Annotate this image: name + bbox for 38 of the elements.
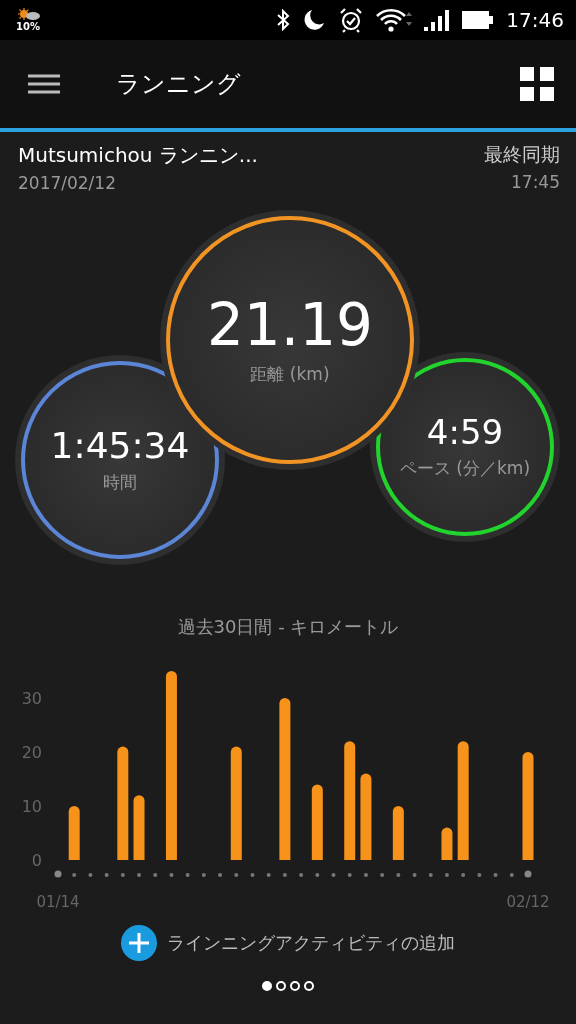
page-dot[interactable] bbox=[290, 981, 300, 991]
stat-value: 1:45:34 bbox=[50, 425, 190, 466]
x-tick-label: 02/12 bbox=[506, 893, 550, 911]
stat-value: 21.19 bbox=[206, 293, 373, 358]
sync-time: 17:45 bbox=[511, 172, 560, 192]
wifi-icon bbox=[376, 8, 413, 32]
y-tick-label: 10 bbox=[21, 797, 42, 816]
precipitation-text: 10% bbox=[16, 22, 40, 32]
add-activity-button[interactable]: ラインニングアクティビティの追加 bbox=[121, 925, 455, 961]
bluetooth-icon bbox=[276, 9, 291, 31]
grid-view-button[interactable] bbox=[520, 67, 554, 101]
chart-bar bbox=[68, 806, 80, 860]
x-tick-label: 01/14 bbox=[36, 893, 80, 911]
stat-label: 距離 (km) bbox=[250, 363, 330, 387]
y-tick-label: 30 bbox=[21, 689, 42, 708]
battery-icon bbox=[462, 10, 495, 30]
screen-title: ランニング bbox=[116, 69, 241, 100]
page-dot[interactable] bbox=[276, 981, 286, 991]
page-dot[interactable] bbox=[304, 981, 314, 991]
stat-value: 4:59 bbox=[426, 413, 504, 452]
activity-title: Mutsumichou ランニン... bbox=[18, 142, 258, 169]
stat-label: 時間 bbox=[103, 471, 137, 495]
chart-title: 過去30日間 - キロメートル bbox=[176, 615, 400, 639]
menu-button[interactable] bbox=[28, 74, 60, 94]
signal-icon bbox=[424, 9, 451, 31]
clock-text: 17:46 bbox=[506, 8, 564, 32]
weather-icon bbox=[16, 8, 42, 22]
page-dot[interactable] bbox=[262, 981, 272, 991]
chart-bar bbox=[441, 827, 453, 860]
chart-bar bbox=[133, 795, 145, 860]
sync-label: 最終同期 bbox=[484, 142, 560, 167]
chart-bar bbox=[392, 806, 404, 860]
y-tick-label: 20 bbox=[21, 743, 42, 762]
plus-icon bbox=[121, 925, 157, 961]
stat-label: ペース (分／km) bbox=[399, 457, 531, 481]
activity-date: 2017/02/12 bbox=[18, 173, 117, 193]
moon-icon bbox=[302, 8, 327, 32]
y-tick-label: 0 bbox=[31, 851, 42, 870]
